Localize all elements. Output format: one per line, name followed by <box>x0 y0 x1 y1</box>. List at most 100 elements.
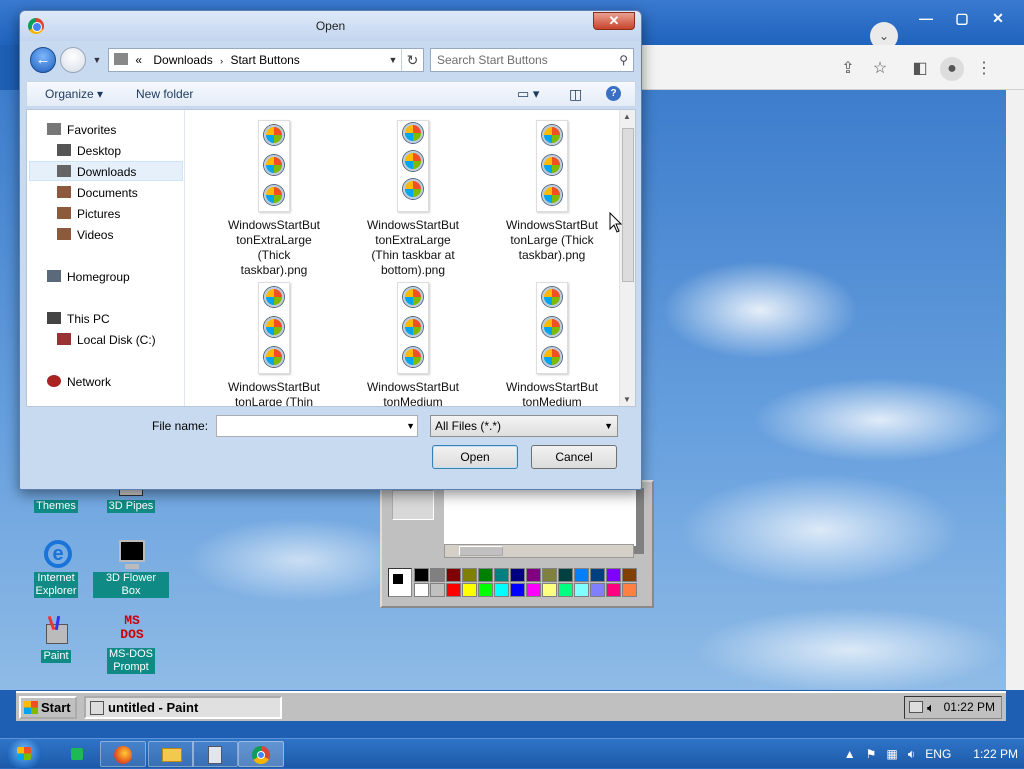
volume-icon[interactable]: 🔉︎ <box>908 739 916 769</box>
file-item[interactable]: WindowsStartBut tonMedium <box>487 282 617 406</box>
file-name-input[interactable]: ▼ <box>216 415 418 437</box>
palette-swatch[interactable] <box>430 568 445 582</box>
drawing-canvas[interactable] <box>444 488 636 546</box>
file-item[interactable]: WindowsStartBut tonLarge (Thin <box>209 282 339 406</box>
nav-item-downloads[interactable]: Downloads <box>29 161 183 181</box>
network-icon[interactable]: ▦ <box>886 739 897 769</box>
start-orb-icon[interactable] <box>6 739 42 769</box>
desktop-icon-3d-flower-box[interactable]: 3D Flower Box <box>93 538 169 598</box>
help-icon[interactable]: ? <box>606 86 621 101</box>
vertical-scrollbar[interactable]: ▲ ▼ <box>619 110 635 406</box>
address-bar[interactable]: « Downloads › Start Buttons ▼ ↻ <box>108 48 424 72</box>
breadcrumb-separator-icon[interactable]: › <box>220 56 223 66</box>
back-button[interactable]: ← <box>30 47 56 73</box>
nav-item-homegroup[interactable]: Homegroup <box>47 267 130 287</box>
change-view-icon[interactable]: ▭ ▾ <box>517 82 539 106</box>
desktop-icon-paint[interactable]: Paint <box>18 614 94 663</box>
file-item[interactable]: WindowsStartBut tonLarge (Thick taskbar).p… <box>487 120 617 263</box>
speaker-icon[interactable]: 🔈︎ <box>927 697 935 718</box>
scroll-up-icon[interactable]: ▲ <box>623 112 631 121</box>
close-button[interactable]: ✕ <box>593 12 635 30</box>
show-hidden-icons-icon[interactable]: ▲ <box>844 739 856 769</box>
tool-options-box[interactable] <box>392 490 434 520</box>
desktop-icon-internet-explorer[interactable]: e Internet Explorer <box>18 538 94 598</box>
new-folder-button[interactable]: New folder <box>136 82 193 106</box>
palette-swatch[interactable] <box>446 568 461 582</box>
palette-swatch[interactable] <box>542 568 557 582</box>
flag-icon[interactable]: ⚑ <box>866 739 877 769</box>
cancel-button[interactable]: Cancel <box>531 445 617 469</box>
palette-swatch[interactable] <box>558 583 573 597</box>
start-button[interactable]: Start <box>19 696 77 719</box>
search-icon[interactable]: ⚲ <box>619 49 628 71</box>
close-icon[interactable]: ✕ <box>982 8 1014 30</box>
organize-button[interactable]: Organize ▾ <box>45 82 103 106</box>
nav-item-videos[interactable]: Videos <box>57 225 113 245</box>
minimize-icon[interactable]: — <box>910 8 942 30</box>
preview-pane-icon[interactable]: ◫ <box>569 82 582 106</box>
palette-swatch[interactable] <box>606 568 621 582</box>
palette-swatch[interactable] <box>542 583 557 597</box>
scroll-down-icon[interactable]: ▼ <box>623 395 631 404</box>
breadcrumb-chevron[interactable]: « <box>131 49 146 71</box>
forward-button[interactable] <box>60 47 86 73</box>
maximize-icon[interactable]: ▢ <box>946 8 978 30</box>
nav-item-pictures[interactable]: Pictures <box>57 204 120 224</box>
palette-swatch[interactable] <box>430 583 445 597</box>
nav-item-network[interactable]: Network <box>47 372 111 392</box>
palette-swatch[interactable] <box>494 568 509 582</box>
taskbar-app-spreadsheet[interactable] <box>54 741 100 767</box>
palette-swatch[interactable] <box>526 583 541 597</box>
chevron-down-icon[interactable]: ▼ <box>385 49 401 71</box>
taskbar-app-firefox[interactable] <box>100 741 146 767</box>
tray-clock[interactable]: 1:22 PM <box>973 739 1018 769</box>
palette-swatch[interactable] <box>478 568 493 582</box>
palette-swatch[interactable] <box>510 568 525 582</box>
nav-item-documents[interactable]: Documents <box>57 183 138 203</box>
open-button[interactable]: Open <box>432 445 518 469</box>
chevron-down-icon[interactable]: ▼ <box>406 416 415 436</box>
palette-swatch[interactable] <box>622 568 637 582</box>
palette-swatch[interactable] <box>446 583 461 597</box>
palette-swatch[interactable] <box>462 568 477 582</box>
breadcrumb-downloads[interactable]: Downloads <box>149 49 216 71</box>
share-icon[interactable]: ⇪ <box>836 57 860 81</box>
chevron-down-icon[interactable]: ▼ <box>604 416 613 436</box>
breadcrumb-start-buttons[interactable]: Start Buttons <box>226 49 303 71</box>
palette-swatch[interactable] <box>414 583 429 597</box>
menu-dots-icon[interactable]: ⋮ <box>972 57 996 81</box>
palette-swatch[interactable] <box>558 568 573 582</box>
taskbar-item-paint[interactable]: untitled - Paint <box>84 696 282 719</box>
palette-swatch[interactable] <box>574 568 589 582</box>
nav-item-desktop[interactable]: Desktop <box>57 141 121 161</box>
palette-swatch[interactable] <box>622 583 637 597</box>
palette-swatch[interactable] <box>494 583 509 597</box>
palette-swatch[interactable] <box>462 583 477 597</box>
side-panel-icon[interactable]: ◧ <box>908 57 932 81</box>
palette-swatch[interactable] <box>606 583 621 597</box>
palette-swatch[interactable] <box>478 583 493 597</box>
nav-item-local-disk[interactable]: Local Disk (C:) <box>57 330 156 350</box>
page-scrollbar[interactable] <box>1006 90 1024 690</box>
language-indicator[interactable]: ENG <box>925 739 951 769</box>
palette-swatch[interactable] <box>526 568 541 582</box>
tray-app-icon[interactable] <box>909 701 923 713</box>
file-type-select[interactable]: All Files (*.*) ▼ <box>430 415 618 437</box>
recent-locations-dropdown-icon[interactable]: ▼ <box>90 51 104 69</box>
palette-swatch[interactable] <box>574 583 589 597</box>
profile-icon[interactable]: ● <box>940 57 964 81</box>
search-input[interactable]: Search Start Buttons ⚲ <box>430 48 634 72</box>
palette-swatch[interactable] <box>590 568 605 582</box>
nav-item-this-pc[interactable]: This PC <box>47 309 110 329</box>
horizontal-scrollbar[interactable] <box>444 544 634 558</box>
palette-swatch[interactable] <box>590 583 605 597</box>
file-item[interactable]: WindowsStartBut tonExtraLarge (Thin taskba… <box>348 120 478 278</box>
taskbar-app-chrome[interactable] <box>238 741 284 767</box>
file-item[interactable]: WindowsStartBut tonExtraLarge (Thick taskba… <box>209 120 339 278</box>
refresh-icon[interactable]: ↻ <box>401 49 423 71</box>
palette-swatch[interactable] <box>510 583 525 597</box>
desktop-icon-ms-dos-prompt[interactable]: MS DOS MS-DOS Prompt <box>93 614 169 674</box>
scrollbar-thumb[interactable] <box>622 128 634 282</box>
taskbar-app-explorer[interactable] <box>148 741 194 767</box>
star-icon[interactable]: ☆ <box>868 57 892 81</box>
